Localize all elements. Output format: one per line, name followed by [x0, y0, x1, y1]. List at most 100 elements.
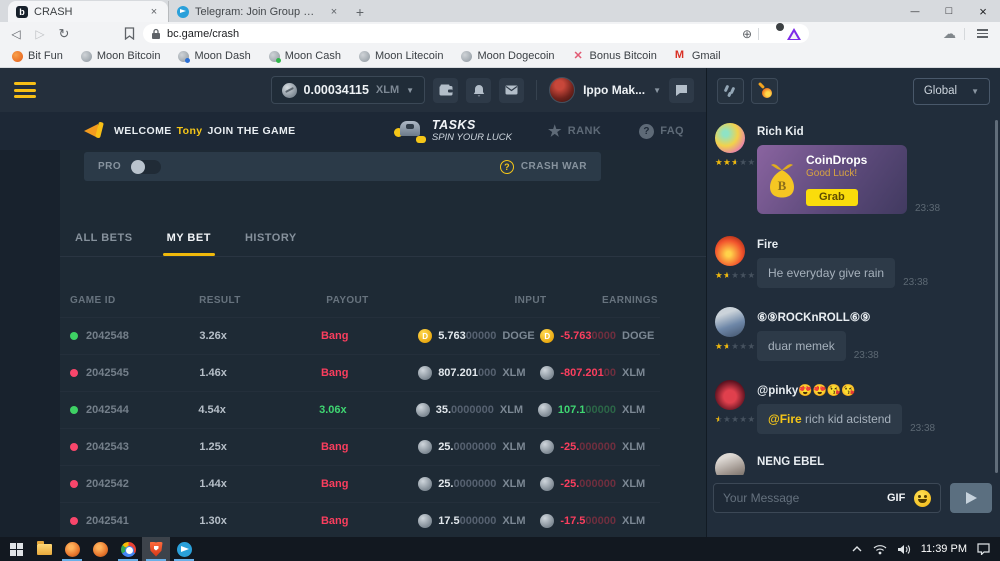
- gif-button[interactable]: GIF: [887, 492, 905, 504]
- chat-username[interactable]: NENG EBEL: [757, 456, 986, 468]
- chrome-button[interactable]: [114, 537, 142, 561]
- chevron-down-icon: [971, 87, 979, 96]
- reload-button[interactable]: [56, 26, 72, 42]
- chat-scrollbar[interactable]: [995, 120, 998, 473]
- bookmark-gmail[interactable]: Gmail: [675, 50, 721, 62]
- faq-button[interactable]: FAQ: [639, 124, 684, 139]
- taskbar-clock[interactable]: 11:39 PM: [921, 543, 967, 555]
- gmail-icon: [675, 51, 687, 62]
- wifi-icon[interactable]: [873, 544, 887, 555]
- chat-username[interactable]: @pinky😍😍😘😘: [757, 383, 986, 397]
- message-bubble: He everyday give rain: [757, 258, 895, 288]
- brave-button[interactable]: [142, 537, 170, 561]
- table-row[interactable]: 2042544 4.54x 3.06x 35.0000000XLM 107.10…: [60, 391, 660, 428]
- chat-toggle-button[interactable]: [669, 78, 694, 103]
- tab-all-bets[interactable]: ALL BETS: [75, 220, 133, 256]
- table-row[interactable]: 2042545 1.46x Bang 807.201000XLM -807.20…: [60, 354, 660, 391]
- avatar[interactable]: [715, 123, 745, 153]
- browser-menu-icon[interactable]: [977, 29, 988, 38]
- moon-dash-icon: [178, 51, 189, 62]
- doge-coin-icon: [540, 329, 554, 343]
- address-bar[interactable]: bc.game/crash: [143, 24, 809, 43]
- xlm-coin-icon: [540, 366, 554, 380]
- volume-icon[interactable]: [897, 544, 911, 555]
- notifications-button[interactable]: [466, 78, 491, 103]
- table-row[interactable]: 2042548 3.26x Bang 5.76300000DOGE -5.763…: [60, 317, 660, 354]
- wallet-button[interactable]: [433, 78, 458, 103]
- bookmark-moon-litecoin[interactable]: Moon Litecoin: [359, 50, 444, 62]
- qr-code-icon[interactable]: [742, 27, 752, 41]
- minimize-button[interactable]: [898, 0, 932, 22]
- tab-my-bet[interactable]: MY BET: [167, 220, 211, 256]
- file-explorer-button[interactable]: [30, 537, 58, 561]
- forward-button[interactable]: [32, 27, 48, 41]
- maximize-button[interactable]: [932, 0, 966, 22]
- table-row[interactable]: 2042541 1.30x Bang 17.5000000XLM -17.500…: [60, 502, 660, 539]
- game-status-dot: [70, 517, 78, 525]
- emoji-picker-icon[interactable]: [914, 490, 931, 507]
- avatar[interactable]: [715, 236, 745, 266]
- send-button[interactable]: [950, 483, 992, 513]
- chat-message-input[interactable]: [723, 491, 878, 505]
- rank-button[interactable]: RANK: [548, 122, 601, 140]
- chat-username[interactable]: Fire: [757, 239, 986, 251]
- telegram-icon: [177, 542, 192, 557]
- new-tab-button[interactable]: [348, 2, 372, 22]
- user-avatar[interactable]: [549, 77, 575, 103]
- avatar[interactable]: [715, 453, 745, 475]
- chat-username[interactable]: Rich Kid: [757, 126, 986, 138]
- taskbar-app-2[interactable]: [86, 537, 114, 561]
- avatar[interactable]: [715, 380, 745, 410]
- sync-cloud-icon[interactable]: [943, 26, 956, 42]
- table-row[interactable]: 2042542 1.44x Bang 25.0000000XLM -25.000…: [60, 465, 660, 502]
- user-mention[interactable]: @Fire: [768, 412, 802, 426]
- question-mark-icon: [639, 124, 654, 139]
- bookmark-icon[interactable]: [124, 27, 135, 40]
- welcome-message: WELCOME Tony JOIN THE GAME: [114, 125, 296, 137]
- tab-close-icon[interactable]: [148, 6, 160, 18]
- tab-telegram[interactable]: Telegram: Join Group Chat: [168, 1, 348, 22]
- tray-expand-chevron-icon[interactable]: [851, 545, 863, 553]
- bookmark-moon-cash[interactable]: Moon Cash: [269, 50, 341, 62]
- action-center-icon[interactable]: [977, 543, 990, 555]
- question-circle-icon: [500, 160, 514, 174]
- username[interactable]: Ippo Mak...: [583, 83, 645, 97]
- telegram-button[interactable]: [170, 537, 198, 561]
- rain-button[interactable]: [717, 78, 744, 104]
- pro-toggle[interactable]: [131, 160, 161, 174]
- close-button[interactable]: [966, 0, 1000, 22]
- avatar[interactable]: [715, 307, 745, 337]
- shield-extension-icon[interactable]: [765, 26, 781, 42]
- coindrop-button[interactable]: [751, 78, 778, 104]
- tab-crash[interactable]: CRASH: [8, 1, 168, 22]
- bookmark-moon-bitcoin[interactable]: Moon Bitcoin: [81, 50, 161, 62]
- site-header: 0.00034115 XLM Ippo Mak...: [0, 68, 706, 112]
- orange-app-icon: [65, 542, 80, 557]
- tasks-button[interactable]: TASKS SPIN YOUR LUCK: [394, 118, 512, 143]
- bookmark-moon-dogecoin[interactable]: Moon Dogecoin: [461, 50, 554, 62]
- chevron-down-icon[interactable]: [653, 86, 661, 95]
- grab-button[interactable]: Grab: [806, 189, 858, 207]
- balance-selector[interactable]: 0.00034115 XLM: [271, 76, 426, 104]
- messages-button[interactable]: [499, 78, 524, 103]
- menu-hamburger-icon[interactable]: [14, 82, 36, 98]
- back-button[interactable]: [8, 27, 24, 41]
- moon-litecoin-icon: [359, 51, 370, 62]
- taskbar-app-1[interactable]: [58, 537, 86, 561]
- tab-close-icon[interactable]: [328, 6, 340, 18]
- rewards-triangle-icon[interactable]: [787, 28, 801, 40]
- channel-selector[interactable]: Global: [913, 78, 990, 105]
- moon-bitcoin-icon: [81, 51, 92, 62]
- chat-username[interactable]: ⑥⑨ROCKnROLL⑥⑨: [757, 310, 986, 324]
- bookmark-moon-dash[interactable]: Moon Dash: [178, 50, 250, 62]
- bookmark-bonus-bitcoin[interactable]: Bonus Bitcoin: [573, 50, 657, 62]
- chat-header: Global: [707, 68, 1000, 114]
- crash-war-link[interactable]: CRASH WAR: [500, 160, 587, 174]
- browser-tab-strip: CRASH Telegram: Join Group Chat: [0, 0, 1000, 22]
- telegram-favicon: [177, 6, 189, 18]
- fireball-icon: [758, 84, 772, 98]
- table-row[interactable]: 2042543 1.25x Bang 25.0000000XLM -25.000…: [60, 428, 660, 465]
- tab-history[interactable]: HISTORY: [245, 220, 297, 256]
- bookmark-bit-fun[interactable]: Bit Fun: [12, 50, 63, 62]
- start-button[interactable]: [2, 537, 30, 561]
